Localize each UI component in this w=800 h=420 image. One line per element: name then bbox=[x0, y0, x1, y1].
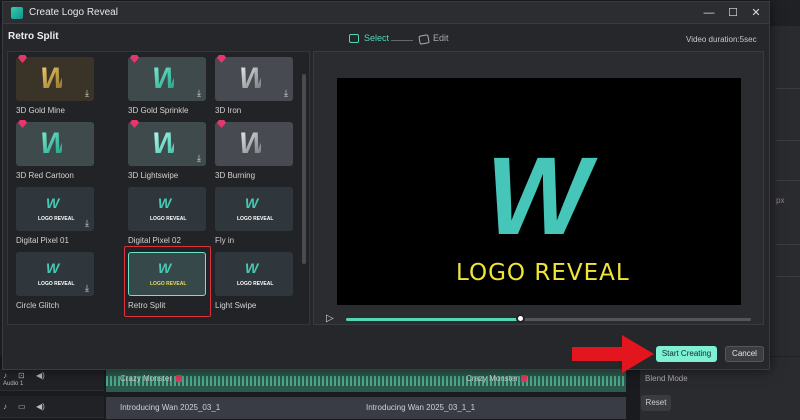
template-logo-text: LOGO REVEAL bbox=[237, 281, 274, 287]
grid-scrollbar[interactable] bbox=[302, 74, 306, 264]
preview-video[interactable]: W LOGO REVEAL bbox=[337, 78, 741, 305]
template-label: 3D Gold Sprinkle bbox=[128, 106, 189, 115]
folder-icon[interactable]: ▭ bbox=[18, 402, 26, 411]
template-logo-text: LOGO REVEAL bbox=[38, 281, 75, 287]
template-logo-text: LOGO REVEAL bbox=[237, 216, 274, 222]
clip-label: Introducing Wan 2025_03_1_1 bbox=[366, 403, 476, 412]
template-label: Digital Pixel 02 bbox=[128, 236, 181, 245]
template-logo-mark: W bbox=[239, 127, 267, 160]
close-icon[interactable]: ✕ bbox=[748, 5, 764, 21]
progress-fill bbox=[346, 318, 521, 321]
red-arrow-annotation bbox=[572, 335, 654, 373]
selected-template-highlight bbox=[124, 246, 211, 317]
select-step-icon bbox=[349, 34, 359, 43]
download-icon[interactable]: ⤓ bbox=[194, 88, 204, 98]
template-label: Digital Pixel 01 bbox=[16, 236, 69, 245]
background-right-panel bbox=[770, 26, 800, 356]
background-divider bbox=[776, 88, 800, 89]
background-divider bbox=[776, 180, 800, 181]
template-logo-mark: W bbox=[152, 127, 180, 160]
audio-waveform bbox=[106, 376, 626, 386]
clip-label: Crazy Monster bbox=[466, 374, 519, 383]
music-icon: ♪ bbox=[3, 371, 7, 380]
template-label: Circle Glitch bbox=[16, 301, 60, 310]
marker-icon bbox=[176, 375, 182, 382]
template-label: 3D Red Cartoon bbox=[16, 171, 74, 180]
audio-track-header: ♪ ⊡ ◀) Audio 1 bbox=[0, 369, 104, 391]
step-select[interactable]: Select bbox=[364, 33, 389, 43]
volume-icon[interactable]: ◀) bbox=[36, 371, 45, 380]
template-logo-text: LOGO REVEAL bbox=[38, 216, 75, 222]
background-divider bbox=[776, 244, 800, 245]
template-logo-mark: W bbox=[245, 260, 258, 276]
template-logo-mark: W bbox=[152, 62, 180, 95]
template-label: 3D Iron bbox=[215, 106, 242, 115]
volume-icon[interactable]: ◀) bbox=[36, 402, 45, 411]
template-logo-mark: W bbox=[46, 195, 59, 211]
lock-icon[interactable]: ⊡ bbox=[18, 371, 25, 380]
logo-w-mark: W bbox=[486, 135, 590, 258]
track-icon: ♪ bbox=[3, 402, 7, 411]
blend-mode-label: Blend Mode bbox=[645, 374, 688, 383]
app-logo-icon bbox=[11, 7, 23, 19]
marker-icon bbox=[521, 375, 527, 382]
template-logo-mark: W bbox=[46, 260, 59, 276]
preview-panel: W LOGO REVEAL bbox=[313, 51, 764, 325]
template-logo-mark: W bbox=[158, 195, 171, 211]
template-label: 3D Lightswipe bbox=[128, 171, 179, 180]
template-label: Fly in bbox=[215, 236, 235, 245]
template-label: 3D Gold Mine bbox=[16, 106, 65, 115]
step-edit[interactable]: Edit bbox=[433, 33, 449, 43]
play-icon[interactable]: ▷ bbox=[326, 313, 338, 325]
unit-label: px bbox=[776, 196, 785, 205]
edit-step-icon bbox=[418, 34, 430, 45]
audio-track-label: Audio 1 bbox=[3, 381, 24, 387]
template-logo-mark: W bbox=[40, 127, 68, 160]
download-icon[interactable]: ⤓ bbox=[82, 88, 92, 98]
step-connector bbox=[391, 40, 413, 41]
preview-logo-text: LOGO REVEAL bbox=[456, 260, 630, 286]
template-logo-mark: W bbox=[239, 62, 267, 95]
download-icon[interactable]: ⤓ bbox=[194, 153, 204, 163]
download-icon[interactable]: ⤓ bbox=[281, 88, 291, 98]
dialog-titlebar: Create Logo Reveal — ☐ ✕ bbox=[3, 2, 769, 24]
template-logo-mark: W bbox=[245, 195, 258, 211]
clip-label: Introducing Wan 2025_03_1 bbox=[120, 403, 221, 412]
background-divider bbox=[776, 140, 800, 141]
start-creating-button[interactable]: Start Creating bbox=[656, 346, 717, 362]
cancel-button[interactable]: Cancel bbox=[725, 346, 764, 362]
template-grid: W ⤓ 3D Gold Mine W ⤓ 3D Gold Sprinkle W ⤓ 3D Iro… bbox=[7, 51, 310, 325]
dialog-title: Create Logo Reveal bbox=[29, 7, 118, 18]
template-label: 3D Burning bbox=[215, 171, 256, 180]
video-duration: Video duration:5sec bbox=[686, 35, 757, 44]
panel-title: Retro Split bbox=[8, 31, 59, 42]
template-logo-mark: W bbox=[40, 62, 68, 95]
minimize-icon[interactable]: — bbox=[701, 5, 717, 21]
download-icon[interactable]: ⤓ bbox=[82, 218, 92, 228]
template-logo-text: LOGO REVEAL bbox=[150, 216, 187, 222]
video-track-header: ♪ ▭ ◀) bbox=[0, 396, 104, 418]
audio-clip[interactable] bbox=[106, 370, 626, 392]
reset-button[interactable]: Reset bbox=[641, 395, 671, 411]
download-icon[interactable]: ⤓ bbox=[82, 283, 92, 293]
template-label: Light Swipe bbox=[215, 301, 257, 310]
maximize-icon[interactable]: ☐ bbox=[725, 5, 741, 21]
background-divider bbox=[776, 276, 800, 277]
clip-label: Crazy Monster bbox=[120, 374, 173, 383]
